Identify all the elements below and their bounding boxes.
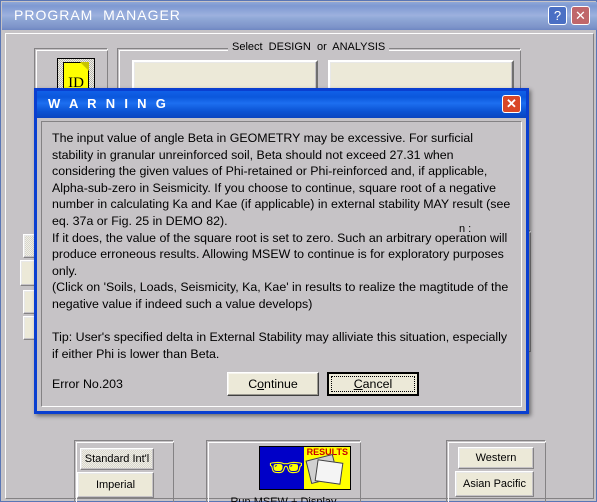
warning-close-icon[interactable]: ✕ [502,95,521,113]
runner-icon: 🕶 [268,452,304,483]
continue-button-accel: o [257,377,265,391]
select-mode-group-label: Select DESIGN or ANALYSIS [228,41,390,53]
screen: PROGRAM MANAGER ? ✕ ID A A [0,0,597,502]
page-fold-icon [80,62,89,71]
cancel-button-label-suffix: ancel [362,377,393,391]
warning-dialog-body: The input value of angle Beta in GEOMETR… [41,121,522,407]
cancel-button-inner: Cancel [331,376,415,392]
close-icon[interactable]: ✕ [571,6,590,25]
papers-icon-2 [314,459,344,485]
help-icon[interactable]: ? [548,6,567,25]
run-msew-caption: Run MSEW + Display Results [230,496,337,502]
cancel-button-accel: C [353,377,363,391]
facing-type-group-label: n : [455,223,476,235]
cancel-button[interactable]: Cancel [327,372,419,396]
continue-button-label-prefix: C [248,377,258,391]
warning-message: The input value of angle Beta in GEOMETR… [52,131,511,361]
continue-button[interactable]: Co ntinue [227,372,319,396]
warning-dialog-title: W A R N I N G [48,96,169,111]
program-manager-title: PROGRAM MANAGER [14,7,181,23]
continue-button-label-suffix: ntinue [264,377,298,391]
units-imperial-button[interactable]: Imperial [77,472,154,498]
region-asian-pacific-button[interactable]: Asian Pacific [455,471,534,497]
program-manager-titlebar: PROGRAM MANAGER ? ✕ [2,2,597,30]
units-standard-button[interactable]: Standard Int'l [80,448,154,470]
warning-dialog-titlebar: W A R N I N G ✕ [37,91,526,118]
warning-dialog: W A R N I N G ✕ The input value of angle… [34,88,529,414]
run-msew-icon[interactable]: RESULTS 🕶 [259,446,351,490]
error-number-label: Error No.203 [52,377,123,391]
region-western-button[interactable]: Western [458,447,534,469]
